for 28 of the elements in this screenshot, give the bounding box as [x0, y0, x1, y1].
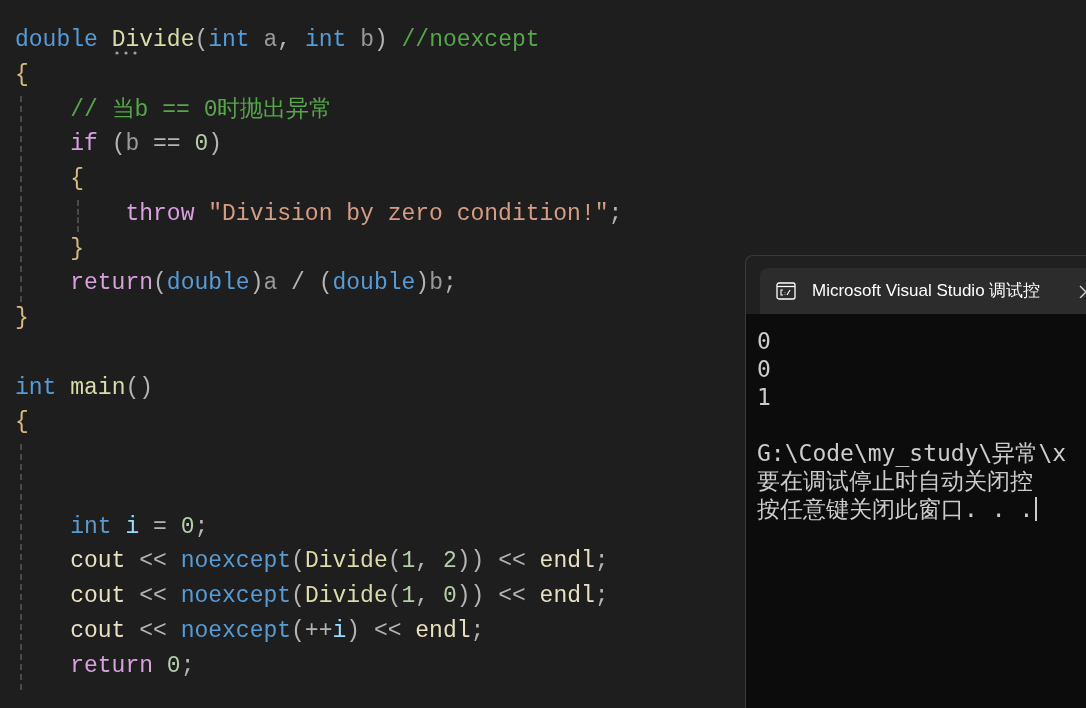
suggestion-dots-icon[interactable]	[115, 51, 137, 55]
code-line: int main()	[15, 374, 154, 401]
text-cursor	[1035, 497, 1038, 521]
console-output-line: 1	[757, 383, 771, 411]
console-output-line: 0	[757, 355, 771, 383]
code-line: }	[15, 305, 29, 331]
code-line: // 当b == 0时抛出异常	[69, 96, 333, 123]
console-output-line: 按任意键关闭此窗口. . .	[757, 495, 1034, 523]
code-line: cout << noexcept(Divide(1, 0)) << endl;	[69, 583, 609, 609]
console-output-line: 要在调试停止时自动关闭控	[757, 467, 1033, 495]
code-line: {	[15, 61, 29, 88]
code-line: cout << noexcept(++i) << endl;	[69, 617, 485, 644]
code-line: throw "Division by zero condition!";	[124, 200, 623, 227]
code-line: cout << noexcept(Divide(1, 2)) << endl;	[69, 548, 609, 575]
code-line: double Divide(int a, int b) //noexcept	[15, 27, 540, 53]
console-tab[interactable]: Microsoft Visual Studio 调试控	[760, 268, 1086, 314]
tab-title: Microsoft Visual Studio 调试控	[812, 280, 1041, 303]
code-line: int i = 0;	[69, 513, 209, 540]
code-line: return(double)a / (double)b;	[69, 270, 457, 297]
console-output-line: 0	[757, 327, 771, 355]
code-line: if (b == 0)	[69, 131, 223, 158]
code-line: return 0;	[69, 652, 195, 679]
terminal-icon	[776, 281, 796, 301]
console-output-line: G:\Code\my_study\异常\x	[757, 439, 1067, 467]
close-icon[interactable]	[1079, 284, 1086, 298]
code-line: {	[69, 166, 84, 192]
code-line: }	[69, 235, 84, 262]
code-line: {	[15, 409, 29, 436]
